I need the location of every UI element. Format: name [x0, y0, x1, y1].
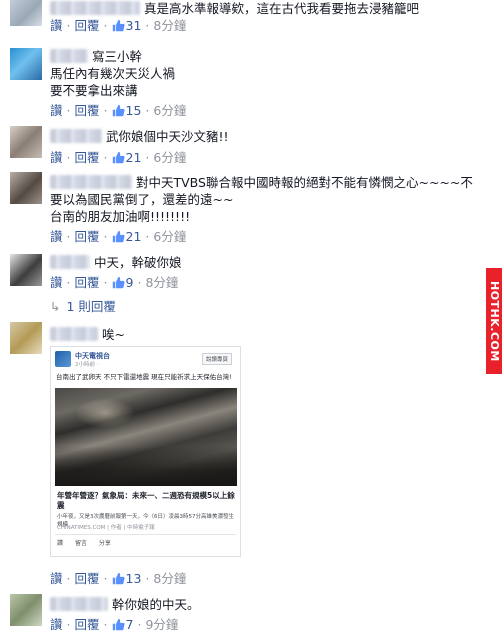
comment-text: 真是高水準報導欸，這在古代我看要拖去浸豬籠吧 — [144, 1, 420, 16]
comment-text: 唉~ — [102, 327, 125, 342]
like-button[interactable]: 讚 — [50, 150, 63, 165]
like-button[interactable]: 讚 — [50, 18, 63, 33]
commenter-name[interactable] — [50, 255, 90, 269]
like-page-button[interactable]: 說讚專頁 — [201, 353, 232, 365]
comment-actions: 讚 · 回覆 · 13 · 8分鐘 — [50, 571, 187, 586]
comment-time[interactable]: 8分鐘 — [145, 275, 178, 290]
shared-post-card[interactable]: 中天電視台 2小時前 · 說讚專頁 台南出了武卵天 不只下雷還地震 現在只能祈求… — [50, 346, 241, 557]
replies-count[interactable]: 1 則回覆 — [66, 299, 115, 314]
like-count[interactable]: 7 — [126, 617, 134, 632]
comment-time[interactable]: 8分鐘 — [153, 18, 186, 33]
reply-button[interactable]: 回覆 — [75, 275, 100, 290]
thumbs-up-icon[interactable] — [112, 572, 125, 585]
reply-button[interactable]: 回覆 — [75, 18, 100, 33]
avatar[interactable] — [10, 48, 42, 80]
link-source: CHINATIMES.COM | 作者 | 中時電子報 — [57, 525, 155, 531]
comment-time[interactable]: 8分鐘 — [153, 571, 186, 586]
comment-time[interactable]: 9分鐘 — [145, 617, 178, 632]
reply-button[interactable]: 回覆 — [75, 571, 100, 586]
reply-arrow-icon: ↳ — [50, 299, 61, 314]
like-button[interactable]: 讚 — [50, 571, 63, 586]
post-photo[interactable] — [55, 388, 237, 486]
like-button[interactable]: 讚 — [50, 229, 63, 244]
view-replies-link[interactable]: ↳ 1 則回覆 — [50, 298, 498, 316]
post-time: 2小時前 · — [75, 362, 99, 368]
thumbs-up-icon[interactable] — [112, 19, 125, 32]
reply-button[interactable]: 回覆 — [75, 150, 100, 165]
reply-button[interactable]: 回覆 — [75, 103, 100, 118]
comment-time[interactable]: 6分鐘 — [153, 150, 186, 165]
comment-text: 中天，幹破你娘 — [94, 255, 182, 270]
commenter-name[interactable] — [50, 1, 140, 15]
like-count[interactable]: 13 — [126, 571, 142, 586]
comment-text: 幹你娘的中天。 — [112, 597, 200, 612]
thumbs-up-icon[interactable] — [112, 104, 125, 117]
thumbs-up-icon[interactable] — [112, 151, 125, 164]
avatar[interactable] — [10, 172, 42, 204]
comment-text: 對中天TVBS聯合報中國時報的絕對不能有憐憫之心~~~~不 — [136, 175, 473, 190]
thumbs-up-icon[interactable] — [112, 230, 125, 243]
site-watermark: HOTHK.COM — [486, 268, 502, 374]
comment-time[interactable]: 6分鐘 — [153, 103, 186, 118]
avatar[interactable] — [10, 0, 42, 26]
like-count[interactable]: 31 — [126, 18, 142, 33]
like-count[interactable]: 21 — [126, 229, 142, 244]
avatar[interactable] — [10, 594, 42, 626]
avatar[interactable] — [10, 254, 42, 286]
card-share-button[interactable]: 分享 — [99, 540, 111, 547]
commenter-name[interactable] — [50, 597, 108, 611]
comment-actions: 讚 · 回覆 · 7 · 9分鐘 — [50, 617, 179, 632]
link-title[interactable]: 年營年營逐？氣象局：未來一、二週恐有規模5以上餘震 — [57, 491, 237, 511]
post-text: 台南出了武卵天 不只下雷還地震 現在只能祈求上天保佑台灣! — [56, 373, 232, 381]
avatar[interactable] — [10, 322, 42, 354]
comment-text-line: 馬任內有幾次天災人禍 — [50, 66, 176, 81]
comment-time[interactable]: 6分鐘 — [153, 229, 186, 244]
commenter-name[interactable] — [50, 49, 88, 63]
commenter-name[interactable] — [50, 327, 98, 341]
comment-text-line: 台南的朋友加油啊!!!!!!!! — [50, 209, 191, 224]
card-comment-button[interactable]: 留言 — [75, 540, 87, 547]
thumbs-up-icon[interactable] — [112, 618, 125, 631]
comment-actions: 讚 · 回覆 · 9 · 8分鐘 — [50, 275, 179, 290]
card-actions: 讚 留言 分享 — [57, 538, 121, 547]
commenter-name[interactable] — [50, 129, 102, 143]
comment-actions: 讚 · 回覆 · 21 · 6分鐘 — [50, 150, 187, 165]
avatar[interactable] — [10, 126, 42, 158]
like-count[interactable]: 15 — [126, 103, 142, 118]
commenter-name[interactable] — [50, 175, 132, 189]
like-button[interactable]: 讚 — [50, 103, 63, 118]
comment-actions: 讚 · 回覆 · 31 · 8分鐘 — [50, 18, 187, 33]
comment-text: 寫三小幹 — [92, 49, 143, 64]
like-count[interactable]: 9 — [126, 275, 134, 290]
page-logo[interactable] — [55, 351, 71, 367]
comment-text: 武你娘個中天沙文豬!! — [106, 129, 229, 144]
like-button[interactable]: 讚 — [50, 617, 63, 632]
comment-actions: 讚 · 回覆 · 21 · 6分鐘 — [50, 229, 187, 244]
like-count[interactable]: 21 — [126, 150, 142, 165]
comment-text-line: 要不要拿出來講 — [50, 83, 138, 98]
reply-button[interactable]: 回覆 — [75, 229, 100, 244]
comment-actions: 讚 · 回覆 · 15 · 6分鐘 — [50, 103, 187, 118]
like-button[interactable]: 讚 — [50, 275, 63, 290]
card-like-button[interactable]: 讚 — [57, 540, 63, 547]
comment-text-line: 要以為國民黨倒了，還差的遠~~ — [50, 192, 234, 207]
reply-button[interactable]: 回覆 — [75, 617, 100, 632]
divider — [55, 534, 236, 535]
thumbs-up-icon[interactable] — [112, 276, 125, 289]
